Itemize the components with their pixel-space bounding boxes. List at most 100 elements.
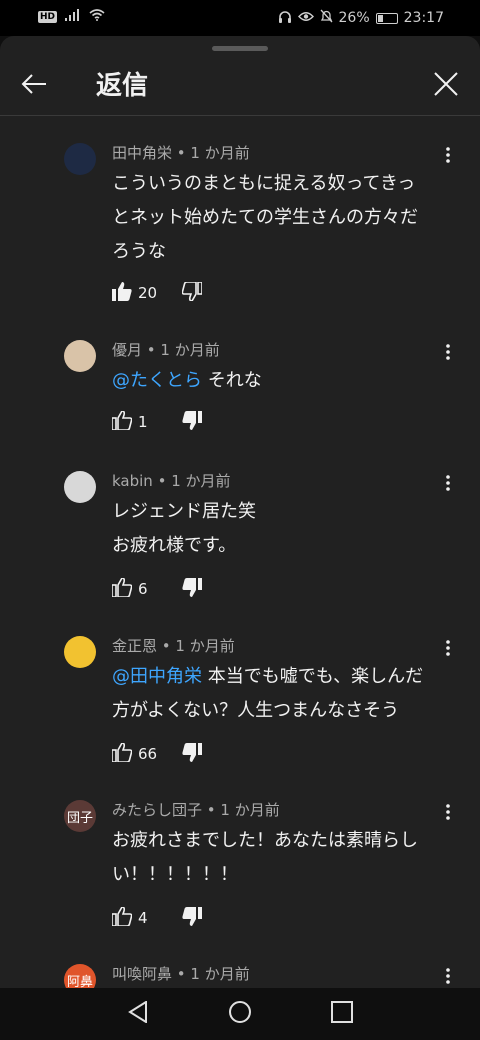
thumb-down-icon [182,906,202,930]
avatar[interactable] [64,143,96,175]
thumb-up-icon [111,576,133,601]
avatar-text: 団子 [66,810,93,826]
reply-meta: kabin • 1 か月前 [112,472,231,490]
like-button[interactable]: 4 [111,905,182,930]
avatar[interactable]: 団子 [64,800,96,832]
system-nav-bar [0,988,480,1040]
reply-line: @たくとら それな [112,364,452,398]
reply-line: ろうな [112,241,166,262]
thumb-up-icon [111,741,133,766]
reply-actions: 6 [111,575,202,603]
clock: 23:17 [403,10,444,26]
mention-link[interactable]: @田中角栄 [112,666,202,687]
more-button[interactable] [436,638,460,662]
reply-actions: 1 [111,408,202,436]
dislike-button[interactable] [182,577,202,601]
reply-text-span: 本当でも嘘でも、楽しんだ [202,666,424,687]
dislike-button[interactable] [182,742,202,766]
like-button[interactable]: 66 [111,741,182,766]
more-vert-icon [446,475,450,495]
like-count: 6 [138,580,148,598]
reply-meta: 叫喚阿鼻 • 1 か月前 [112,965,250,983]
mention-link[interactable]: @たくとら [112,370,202,391]
reply-meta: みたらし団子 • 1 か月前 [112,801,280,819]
nav-back-button[interactable] [124,1000,152,1028]
thumb-down-icon [182,742,202,766]
battery-percent: 26% [338,10,370,26]
battery-icon [375,12,398,24]
thumb-down-icon [182,577,202,601]
thumb-down-icon [182,410,202,434]
thumb-up-icon [112,281,132,305]
more-vert-icon [446,640,450,660]
dislike-button[interactable] [182,410,202,434]
bell-off-icon [320,9,333,27]
triangle-back-icon [128,1000,148,1027]
like-button[interactable]: 20 [112,281,182,305]
reply-text: @たくとら それな [112,364,452,398]
reply-line: 方がよくない？人生つまんなさそう [112,700,400,721]
reply-text: @田中角栄 本当でも嘘でも、楽しんだ 方がよくない？人生つまんなさそう [112,660,452,728]
more-button[interactable] [436,966,460,988]
status-left: HD [38,9,105,25]
avatar[interactable] [64,471,96,503]
more-vert-icon [446,968,450,988]
reply-text: お疲れさまでした！あなたは素晴らし い！！！！！！ [112,824,452,892]
more-button[interactable] [436,342,460,366]
hd-badge: HD [38,11,58,23]
nav-recents-button[interactable] [328,1000,356,1028]
dislike-button[interactable] [182,906,202,930]
eye-icon [297,10,314,26]
back-button[interactable] [16,68,52,104]
avatar[interactable] [64,636,96,668]
square-recents-icon [331,1001,353,1027]
replies-header: 返信 [0,56,480,116]
reply-text-span: それな [202,370,262,391]
reply-line: お疲れ様です。 [112,535,237,556]
close-button[interactable] [428,68,464,104]
like-count: 4 [138,909,148,927]
drag-handle[interactable] [212,46,268,51]
close-icon [434,72,458,100]
more-button[interactable] [436,473,460,497]
arrow-left-icon [21,73,47,99]
reply-line: い！！！！！！ [112,864,238,885]
circle-home-icon [228,1000,252,1028]
replies-sheet: 返信 田中角栄 • 1 か月前 こういうのまともに捉える奴ってきっ とネット始め… [0,36,480,988]
like-button[interactable]: 6 [111,576,182,601]
page-title: 返信 [96,71,149,101]
avatar[interactable]: 阿鼻 [64,964,96,988]
more-button[interactable] [436,802,460,826]
nav-home-button[interactable] [226,1000,254,1028]
reply-actions: 66 [111,740,202,768]
reply-meta: 田中角栄 • 1 か月前 [112,144,250,162]
like-button[interactable]: 1 [111,409,182,434]
more-vert-icon [446,344,450,364]
thumb-down-icon [181,280,203,305]
battery-fill [377,14,383,22]
reply-actions: 20 [112,279,203,307]
signal-icon [65,9,81,25]
like-count: 66 [138,745,158,763]
headphones-icon [278,10,292,27]
more-button[interactable] [436,145,460,169]
reply-actions: 4 [111,904,202,932]
more-vert-icon [446,804,450,824]
like-count: 20 [138,284,158,302]
reply-line: レジェンド居た笑 [112,501,256,522]
like-count: 1 [138,413,148,431]
more-vert-icon [446,147,450,167]
reply-meta: 金正恩 • 1 か月前 [112,637,235,655]
reply-text: レジェンド居た笑 お疲れ様です。 [112,495,452,563]
reply-text: こういうのまともに捉える奴ってきっ とネット始めたての学生さんの方々だ ろうな [112,167,452,269]
avatar-text: 阿鼻 [66,974,93,989]
reply-line: お疲れさまでした！あなたは素晴らし [112,830,418,851]
avatar[interactable] [64,340,96,372]
thumb-up-icon [111,409,133,434]
dislike-button[interactable] [181,280,203,305]
status-bar: HD 26% 23:17 [0,0,480,36]
thumb-up-icon [111,905,133,930]
wifi-icon [89,9,105,25]
reply-meta: 優月 • 1 か月前 [112,341,220,359]
reply-line: とネット始めたての学生さんの方々だ [112,207,418,228]
